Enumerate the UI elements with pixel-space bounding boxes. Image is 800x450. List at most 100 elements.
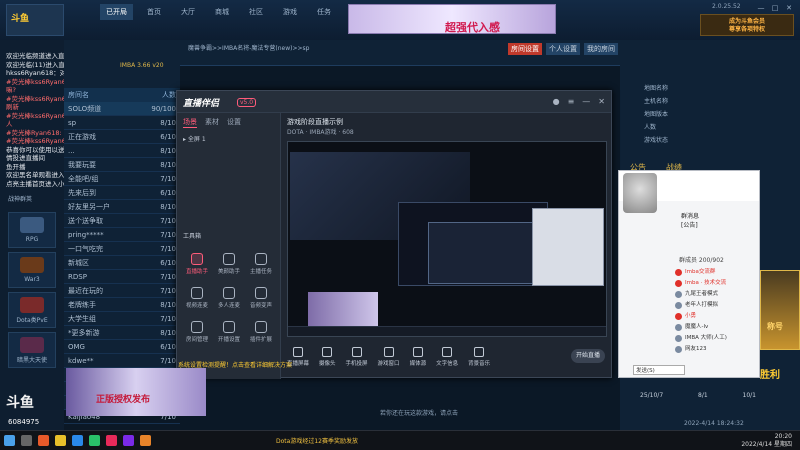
room-name: *更多新游 [68, 328, 100, 337]
source-icon [442, 347, 453, 357]
source-tool[interactable]: 媒体源 [410, 347, 426, 367]
app-icon[interactable] [89, 435, 100, 446]
stream-title[interactable]: 游戏阶段直播示例 [287, 117, 343, 127]
app-icon[interactable] [140, 435, 151, 446]
taskbar-active-task[interactable]: Dota游戏经过12赛季奖励发放 [276, 436, 358, 445]
group-member[interactable]: Imba交流群 [675, 267, 757, 278]
source-tool[interactable]: 背景音乐 [468, 347, 490, 367]
minimize-icon[interactable]: — [756, 4, 766, 12]
nav-item[interactable]: 游戏 [277, 4, 303, 20]
room-row[interactable]: 全能吧/组 7/10 [64, 172, 180, 186]
app-icon[interactable] [123, 435, 134, 446]
group-member[interactable]: 老年人打模拟 [675, 300, 757, 311]
room-row[interactable]: 好友里另一户 8/10 [64, 200, 180, 214]
stream-preview[interactable] [287, 141, 607, 337]
sidebar-game-diablo[interactable]: 暗黑大天使 [8, 332, 56, 368]
app-icon[interactable] [55, 435, 66, 446]
tool-item[interactable]: 多人连麦 [213, 287, 245, 309]
room-number: 6084975 [8, 418, 40, 426]
group-member[interactable]: IMBA 大师(人工) [675, 333, 757, 344]
room-row[interactable]: 我要玩耍 8/10 [64, 158, 180, 172]
tool-item[interactable]: 美颜助手 [213, 253, 245, 275]
room-name: 送个送争取 [68, 216, 103, 225]
send-button[interactable]: 发送(S) [633, 365, 685, 375]
avatar-icon[interactable]: ● [553, 97, 560, 106]
source-icon [293, 347, 303, 357]
room-row[interactable]: *更多新游 8/10 [64, 326, 180, 340]
group-member[interactable]: 魔魔人-lv [675, 322, 757, 333]
start-icon[interactable] [4, 435, 15, 446]
group-member[interactable]: 网友123 [675, 344, 757, 355]
app-icon[interactable] [38, 435, 49, 446]
room-name: 先来后到 [68, 188, 96, 197]
room-count: 8/10 [160, 160, 176, 169]
room-row[interactable]: sp 8/10 [64, 116, 180, 130]
tab-scene[interactable]: 场景 [183, 117, 197, 128]
sidebar-game-rpg[interactable]: RPG [8, 212, 56, 248]
tab-room-settings[interactable]: 房间设置 [508, 43, 542, 55]
close-icon[interactable]: ✕ [784, 4, 794, 12]
sidebar-game-war3[interactable]: War3 [8, 252, 56, 288]
room-name: 最近在玩的 [68, 286, 103, 295]
sidebar-game-dota[interactable]: Dota类PvE [8, 292, 56, 328]
room-row[interactable]: 正在游戏 6/10 [64, 130, 180, 144]
source-tool[interactable]: 文字信息 [436, 347, 458, 367]
tab-personal-settings[interactable]: 个人设置 [546, 43, 580, 55]
nav-item[interactable]: 大厅 [175, 4, 201, 20]
group-avatar [623, 173, 657, 213]
nav-item[interactable]: 商城 [209, 4, 235, 20]
tool-item[interactable]: 主播任务 [245, 253, 277, 275]
group-member[interactable]: 小勇 [675, 311, 757, 322]
ad-banner[interactable]: 超强代入感 [348, 4, 556, 34]
vip-badge[interactable]: 成为斗鱼会员 尊享各项特权 [700, 14, 794, 36]
scene-source[interactable]: ▸ 全屏 1 [177, 132, 280, 145]
match-date: 2022-4/14 18:24:32 [684, 420, 744, 427]
room-row[interactable]: 最近在玩的 7/10 [64, 284, 180, 298]
menu-icon[interactable]: ≡ [568, 97, 575, 106]
tool-item[interactable]: 直播助手 [181, 253, 213, 275]
tool-item[interactable]: 房间管理 [181, 321, 213, 343]
nav-item[interactable]: 已开局 [100, 4, 133, 20]
system-notice[interactable]: 系统设置检测提醒！点击查看详细解决方案 [178, 360, 378, 370]
nav-item[interactable]: 社区 [243, 4, 269, 20]
group-member[interactable]: 九尾王者模式 [675, 289, 757, 300]
tool-item[interactable]: 插件扩展 [245, 321, 277, 343]
streamer-app-window: 直播伴侣 v5.0 ● ≡ — ✕ 场景 素材 设置 ▸ 全屏 1 工具箱 直播… [176, 90, 612, 379]
room-row[interactable]: 大学生组 7/10 [64, 312, 180, 326]
minimize-icon[interactable]: — [582, 97, 590, 106]
room-row[interactable]: SOLO频道 90/100 [64, 102, 180, 116]
nav-item[interactable]: 任务 [311, 4, 337, 20]
room-row[interactable]: RDSP 7/10 [64, 270, 180, 284]
tool-item[interactable]: 视频连麦 [181, 287, 213, 309]
room-row[interactable]: pring***** 7/10 [64, 228, 180, 242]
avatar-icon [675, 313, 682, 320]
app-icon[interactable] [106, 435, 117, 446]
tab-material[interactable]: 素材 [205, 117, 219, 128]
tab-my-room[interactable]: 我的房间 [584, 43, 618, 55]
room-name: pring***** [68, 230, 104, 239]
room-row[interactable]: 老牌练手 8/10 [64, 298, 180, 312]
tool-item[interactable]: 音频变声 [245, 287, 277, 309]
version-label: 2.0.25.52 [712, 3, 741, 10]
nav-item[interactable]: 首页 [141, 4, 167, 20]
room-row[interactable]: 一口气吃完 7/10 [64, 242, 180, 256]
source-tool[interactable]: 游戏窗口 [378, 347, 400, 367]
close-icon[interactable]: ✕ [598, 97, 605, 106]
app-logo[interactable]: 斗鱼 [6, 4, 64, 36]
room-row[interactable]: 先来后到 6/10 [64, 186, 180, 200]
room-row[interactable]: 送个送争取 7/10 [64, 214, 180, 228]
app-icon[interactable] [72, 435, 83, 446]
promo-banner[interactable]: 正版授权发布 [66, 368, 206, 416]
start-live-button[interactable]: 开始直播 [571, 349, 605, 363]
tool-item[interactable]: 开播设置 [213, 321, 245, 343]
tab-settings[interactable]: 设置 [227, 117, 241, 128]
room-row[interactable]: OMG 6/10 [64, 340, 180, 354]
group-member[interactable]: Imba · 技术交流 [675, 278, 757, 289]
map-info: 地图名称 主机名称 地图版本 人数 游戏状态 [644, 85, 669, 144]
room-row[interactable]: kdwe** 7/10 [64, 354, 180, 368]
room-count: 8/10 [160, 300, 176, 309]
room-row[interactable]: ... 8/10 [64, 144, 180, 158]
search-icon[interactable] [21, 435, 32, 446]
maximize-icon[interactable]: □ [770, 4, 780, 12]
room-row[interactable]: 新城区 6/10 [64, 256, 180, 270]
